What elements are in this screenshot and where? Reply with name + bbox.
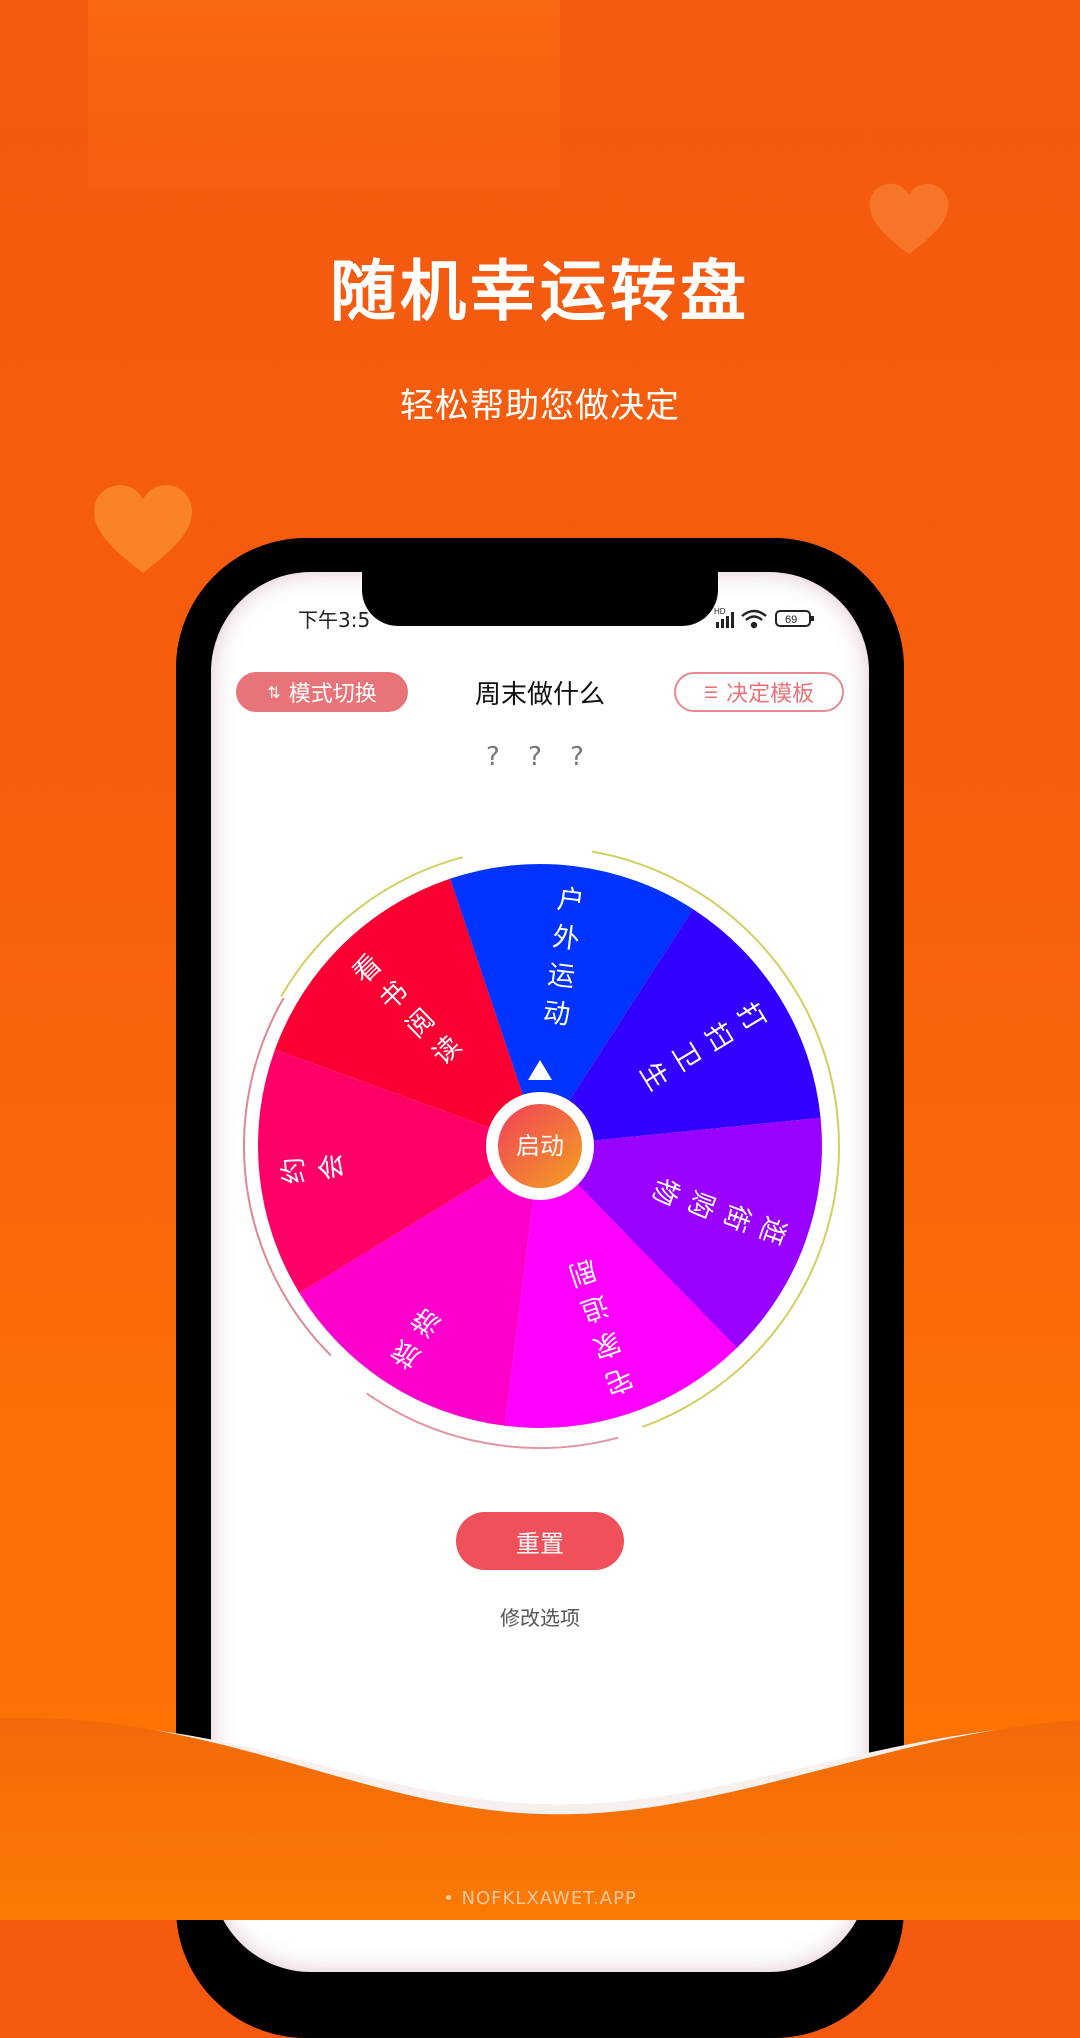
wifi-icon — [741, 609, 767, 629]
list-icon: ☰ — [703, 682, 719, 702]
svg-text:户: 户 — [555, 884, 586, 918]
phone-notch — [362, 560, 718, 626]
app-title: 周末做什么 — [474, 680, 605, 710]
promo-headline: 随机幸运转盘 — [330, 253, 750, 330]
template-label: 决定模板 — [726, 682, 815, 707]
result-text: ? ? ? — [486, 742, 594, 772]
heart-icon — [92, 482, 194, 576]
battery-icon: 69 — [775, 610, 814, 627]
swap-icon: ⇅ — [267, 682, 281, 702]
footer-url: • NOFKLXAWET.APP — [443, 1888, 637, 1909]
reset-button[interactable]: 重置 — [456, 1512, 624, 1570]
svg-text:动: 动 — [541, 997, 572, 1031]
spin-wheel[interactable]: 看书阅读户外运动 打扫卫生逛街购物宅家追剧旅游约 会启动 — [236, 842, 844, 1450]
promo-banner-rect — [88, 0, 560, 190]
network-label: HD — [714, 607, 726, 616]
mode-switch-button[interactable]: ⇅ 模式切换 — [236, 672, 408, 712]
promo-subline: 轻松帮助您做决定 — [400, 386, 680, 426]
status-icons: HD 69 — [712, 606, 832, 630]
start-button-label: 启动 — [516, 1132, 564, 1160]
svg-text:运: 运 — [546, 959, 577, 993]
template-button[interactable]: ☰ 决定模板 — [674, 672, 844, 712]
svg-text:约: 约 — [277, 1156, 311, 1186]
mode-switch-label: 模式切换 — [288, 682, 377, 707]
svg-text:外: 外 — [551, 922, 582, 956]
battery-level: 69 — [785, 614, 797, 626]
edit-options-link[interactable]: 修改选项 — [440, 1602, 640, 1631]
svg-text:会: 会 — [315, 1152, 349, 1182]
status-time: 下午3:5 — [298, 608, 371, 632]
